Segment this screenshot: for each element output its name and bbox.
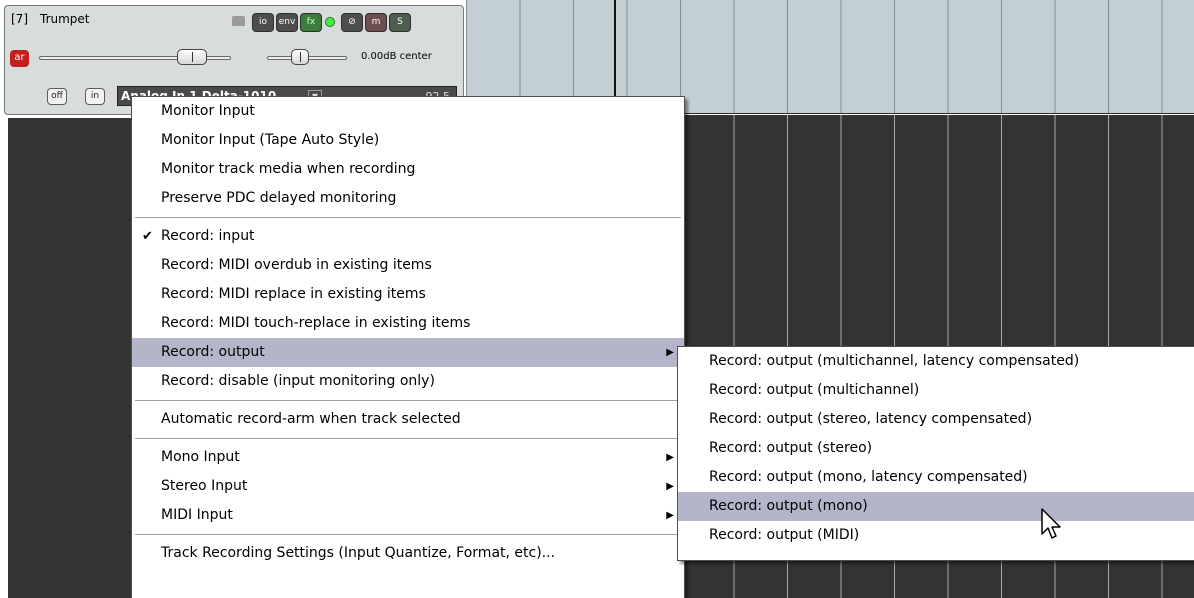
menu-item-record-input[interactable]: ✔ Record: input: [132, 222, 684, 251]
menu-item-monitor-input[interactable]: Monitor Input: [132, 97, 684, 126]
menu-item-label: Record: output (stereo, latency compensa…: [709, 411, 1033, 427]
menu-item-label: MIDI Input: [161, 507, 233, 523]
monitor-off-button[interactable]: off: [47, 88, 67, 105]
menu-item-label: Record: output (stereo): [709, 440, 873, 456]
menu-separator: [132, 396, 684, 405]
submenu-item-multichannel-latency[interactable]: Record: output (multichannel, latency co…: [678, 347, 1194, 376]
menu-item-label: Record: output (mono, latency compensate…: [709, 469, 1028, 485]
menu-item-label: Preserve PDC delayed monitoring: [161, 190, 397, 206]
record-output-submenu: Record: output (multichannel, latency co…: [677, 346, 1194, 561]
menu-item-monitor-track-media[interactable]: Monitor track media when recording: [132, 155, 684, 184]
menu-item-midi-input[interactable]: MIDI Input ▶: [132, 501, 684, 530]
menu-item-track-recording-settings[interactable]: Track Recording Settings (Input Quantize…: [132, 539, 684, 568]
record-arm-button[interactable]: ar: [10, 50, 29, 67]
menu-item-record-midi-overdub[interactable]: Record: MIDI overdub in existing items: [132, 251, 684, 280]
record-monitoring-context-menu: Monitor Input Monitor Input (Tape Auto S…: [131, 96, 685, 598]
menu-item-label: Record: MIDI replace in existing items: [161, 286, 426, 302]
menu-separator: [132, 530, 684, 539]
submenu-item-midi[interactable]: Record: output (MIDI): [678, 521, 1194, 550]
triangle-right-icon: ▶: [666, 510, 674, 521]
menu-item-record-midi-touch-replace[interactable]: Record: MIDI touch-replace in existing i…: [132, 309, 684, 338]
volume-slider-handle[interactable]: [177, 49, 207, 65]
menu-item-label: Record: output (MIDI): [709, 527, 860, 543]
submenu-item-stereo[interactable]: Record: output (stereo): [678, 434, 1194, 463]
menu-item-label: Record: MIDI touch-replace in existing i…: [161, 315, 471, 331]
menu-item-label: Monitor Input: [161, 103, 255, 119]
menu-item-label: Monitor track media when recording: [161, 161, 416, 177]
monitor-input-button[interactable]: in: [85, 88, 105, 105]
menu-item-record-output[interactable]: Record: output ▶: [132, 338, 684, 367]
menu-item-monitor-input-tape-auto[interactable]: Monitor Input (Tape Auto Style): [132, 126, 684, 155]
menu-item-label: Track Recording Settings (Input Quantize…: [161, 545, 556, 561]
triangle-right-icon: ▶: [666, 452, 674, 463]
menu-item-label: Stereo Input: [161, 478, 248, 494]
menu-item-label: Automatic record-arm when track selected: [161, 411, 461, 427]
menu-item-label: Record: output (mono): [709, 498, 868, 514]
menu-item-preserve-pdc[interactable]: Preserve PDC delayed monitoring: [132, 184, 684, 213]
track-number: [7]: [11, 12, 28, 26]
triangle-right-icon: ▶: [666, 481, 674, 492]
mute-button[interactable]: m: [365, 13, 387, 32]
menu-item-record-disable[interactable]: Record: disable (input monitoring only): [132, 367, 684, 396]
folder-icon[interactable]: [232, 16, 245, 26]
track-name[interactable]: Trumpet: [40, 12, 90, 26]
check-icon: ✔: [142, 229, 153, 244]
menu-item-label: Record: output: [161, 344, 265, 360]
fx-button[interactable]: fx: [300, 13, 322, 32]
phase-invert-button[interactable]: ⊘: [341, 13, 363, 32]
menu-item-record-midi-replace[interactable]: Record: MIDI replace in existing items: [132, 280, 684, 309]
menu-item-label: Record: MIDI overdub in existing items: [161, 257, 432, 273]
menu-item-label: Monitor Input (Tape Auto Style): [161, 132, 380, 148]
submenu-item-mono[interactable]: Record: output (mono): [678, 492, 1194, 521]
envelope-button[interactable]: env: [276, 13, 298, 32]
submenu-item-stereo-latency[interactable]: Record: output (stereo, latency compensa…: [678, 405, 1194, 434]
solo-button[interactable]: S: [389, 13, 411, 32]
triangle-right-icon: ▶: [666, 347, 674, 358]
io-button[interactable]: io: [252, 13, 274, 32]
fx-enabled-led[interactable]: [325, 17, 335, 27]
menu-item-mono-input[interactable]: Mono Input ▶: [132, 443, 684, 472]
menu-item-label: Record: input: [161, 228, 255, 244]
menu-separator: [132, 434, 684, 443]
menu-separator: [132, 213, 684, 222]
menu-item-auto-record-arm[interactable]: Automatic record-arm when track selected: [132, 405, 684, 434]
menu-item-stereo-input[interactable]: Stereo Input ▶: [132, 472, 684, 501]
menu-item-label: Record: output (multichannel): [709, 382, 920, 398]
pan-slider-handle[interactable]: [291, 49, 309, 65]
submenu-item-multichannel[interactable]: Record: output (multichannel): [678, 376, 1194, 405]
arrow-cursor-icon: [1041, 508, 1061, 539]
menu-item-label: Record: output (multichannel, latency co…: [709, 353, 1080, 369]
submenu-item-mono-latency[interactable]: Record: output (mono, latency compensate…: [678, 463, 1194, 492]
menu-item-label: Record: disable (input monitoring only): [161, 373, 435, 389]
menu-item-label: Mono Input: [161, 449, 240, 465]
volume-pan-readout: 0.00dB center: [361, 51, 432, 62]
